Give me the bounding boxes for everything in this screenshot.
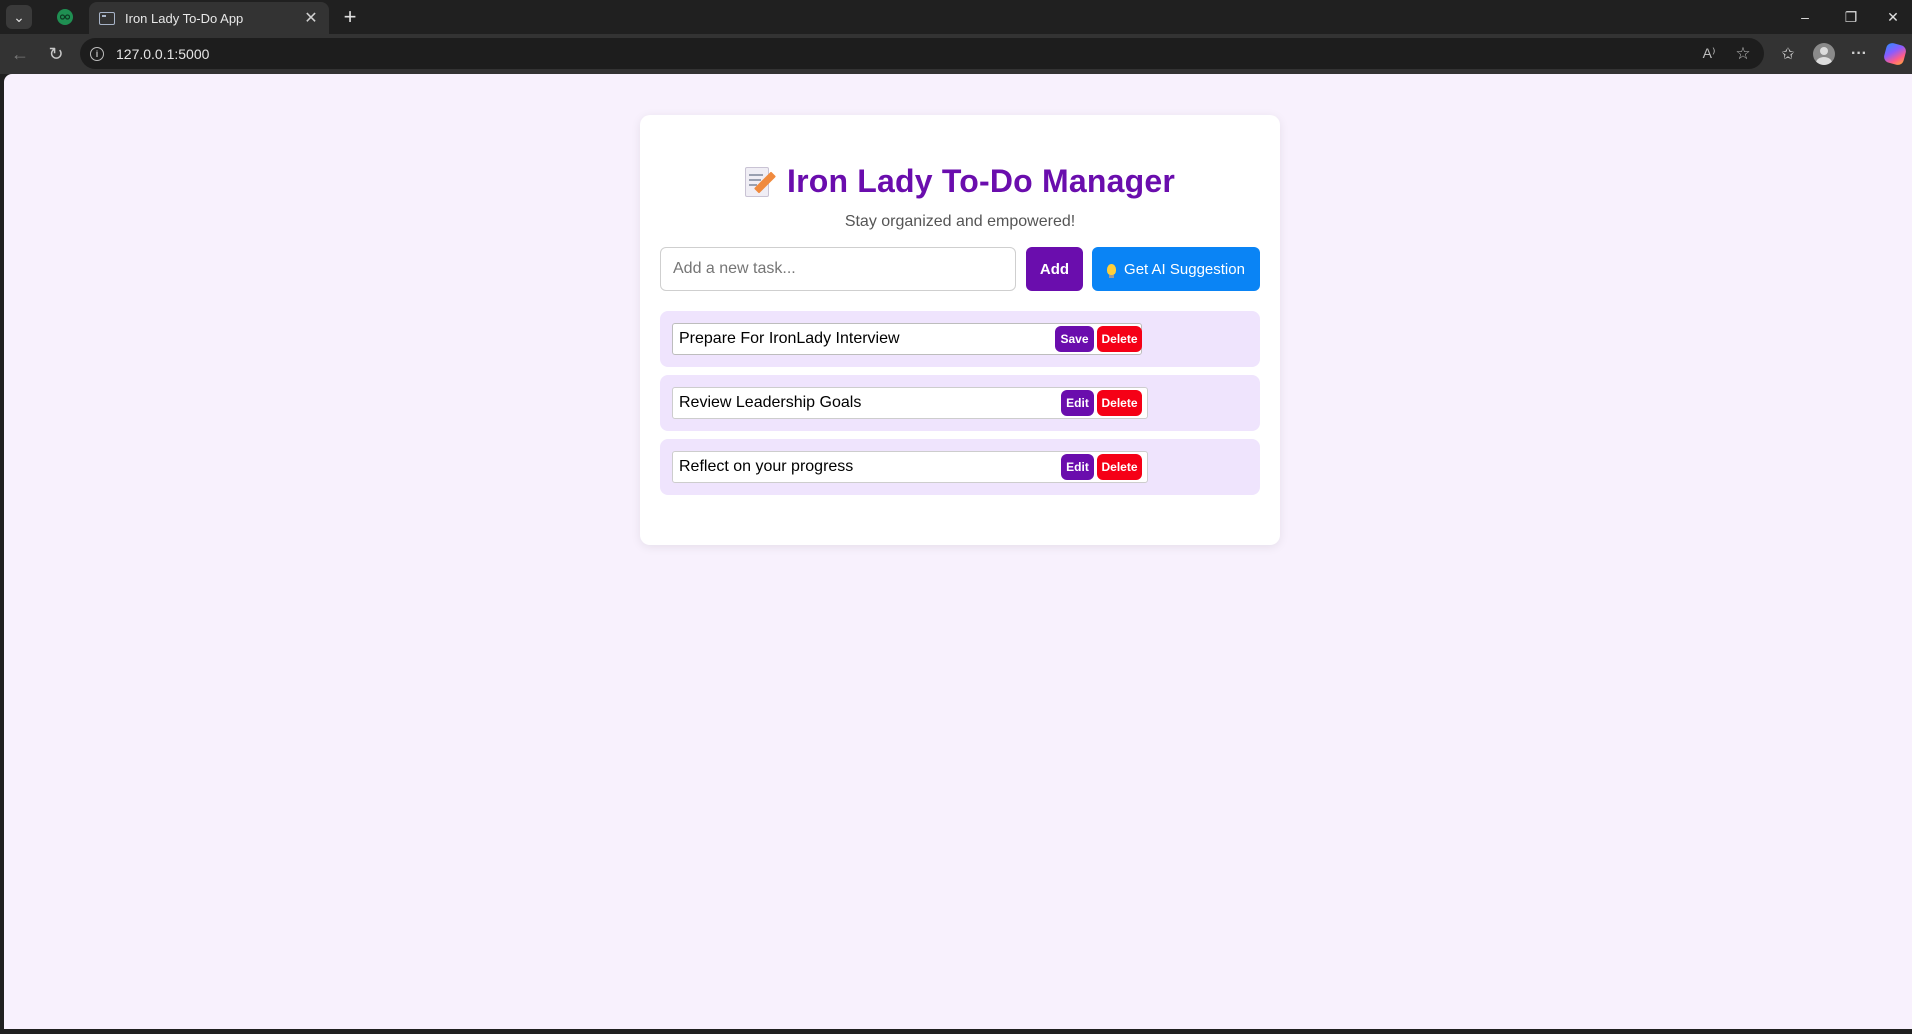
delete-task-button[interactable]: Delete <box>1097 390 1142 416</box>
browser-toolbar: ← ↻ i 127.0.0.1:5000 A⁾ ☆ ✩ ··· <box>0 34 1912 74</box>
task-list: Save Delete Edit Delete Edit Delete <box>660 311 1260 495</box>
back-button[interactable]: ← <box>6 40 34 68</box>
favorite-star-icon[interactable]: ☆ <box>1730 38 1756 69</box>
chevron-down-icon: ⌄ <box>13 9 25 25</box>
page-favicon-icon <box>99 11 115 25</box>
task-item: Save Delete <box>660 311 1260 367</box>
site-info-icon[interactable]: i <box>90 46 104 61</box>
delete-task-button[interactable]: Delete <box>1097 454 1142 480</box>
add-task-button[interactable]: Add <box>1026 247 1083 291</box>
delete-task-button[interactable]: Delete <box>1097 326 1142 352</box>
new-tab-button[interactable]: + <box>336 3 364 31</box>
avatar-icon <box>1813 43 1835 65</box>
reload-button[interactable]: ↻ <box>42 40 70 68</box>
url-text[interactable]: 127.0.0.1:5000 <box>116 46 209 62</box>
new-task-input[interactable] <box>660 247 1016 291</box>
address-bar[interactable]: i 127.0.0.1:5000 A⁾ ☆ <box>80 38 1764 69</box>
tab-strip: ⌄ Iron Lady To-Do App ✕ + – ❐ ✕ <box>0 0 1912 34</box>
app-favicon-icon <box>57 9 73 25</box>
title-row: Iron Lady To-Do Manager <box>660 161 1260 201</box>
page-viewport: Iron Lady To-Do Manager Stay organized a… <box>4 74 1912 1029</box>
copilot-icon <box>1882 41 1908 67</box>
restore-button[interactable]: ❐ <box>1828 0 1874 34</box>
close-window-button[interactable]: ✕ <box>1874 0 1912 34</box>
lightbulb-icon <box>1107 263 1117 278</box>
minimize-button[interactable]: – <box>1782 0 1828 34</box>
tab-actions-menu-button[interactable]: ⌄ <box>6 5 32 29</box>
edit-task-button[interactable]: Edit <box>1061 390 1094 416</box>
ai-suggestion-label: Get AI Suggestion <box>1124 260 1245 278</box>
add-task-row: Add Get AI Suggestion <box>660 247 1260 291</box>
active-tab[interactable]: Iron Lady To-Do App ✕ <box>89 2 329 34</box>
more-menu-icon[interactable]: ··· <box>1846 41 1872 67</box>
pinned-tab[interactable] <box>48 6 82 28</box>
task-item: Edit Delete <box>660 375 1260 431</box>
window-bottom-edge <box>0 1029 1912 1034</box>
ai-suggestion-button[interactable]: Get AI Suggestion <box>1092 247 1260 291</box>
todo-card: Iron Lady To-Do Manager Stay organized a… <box>640 115 1280 545</box>
save-task-button[interactable]: Save <box>1055 326 1094 352</box>
page-title: Iron Lady To-Do Manager <box>786 162 1176 199</box>
memo-icon <box>744 165 776 197</box>
read-aloud-icon[interactable]: A⁾ <box>1696 38 1722 69</box>
profile-button[interactable] <box>1811 41 1837 67</box>
favorites-icon[interactable]: ✩ <box>1775 41 1801 67</box>
task-item: Edit Delete <box>660 439 1260 495</box>
edit-task-button[interactable]: Edit <box>1061 454 1094 480</box>
page-subtitle: Stay organized and empowered! <box>844 213 1076 230</box>
close-tab-icon[interactable]: ✕ <box>303 8 319 28</box>
tab-title: Iron Lady To-Do App <box>125 10 244 26</box>
copilot-button[interactable] <box>1882 41 1908 67</box>
